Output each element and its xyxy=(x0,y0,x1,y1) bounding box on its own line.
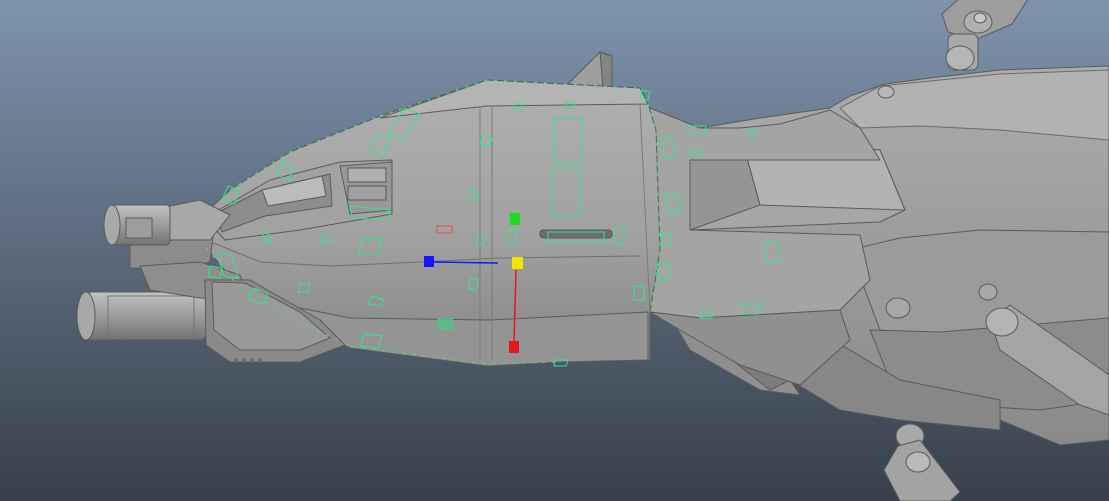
viewport-scene[interactable] xyxy=(0,0,1109,501)
plane-handle-xz[interactable] xyxy=(437,318,453,330)
y-axis-handle[interactable] xyxy=(510,213,520,225)
modeling-viewport[interactable] xyxy=(0,0,1109,501)
x-axis-handle[interactable] xyxy=(509,341,519,353)
z-axis-line xyxy=(431,261,499,264)
z-axis-handle[interactable] xyxy=(424,256,434,267)
upper-cannon[interactable] xyxy=(103,204,171,246)
center-handle[interactable] xyxy=(512,257,523,269)
